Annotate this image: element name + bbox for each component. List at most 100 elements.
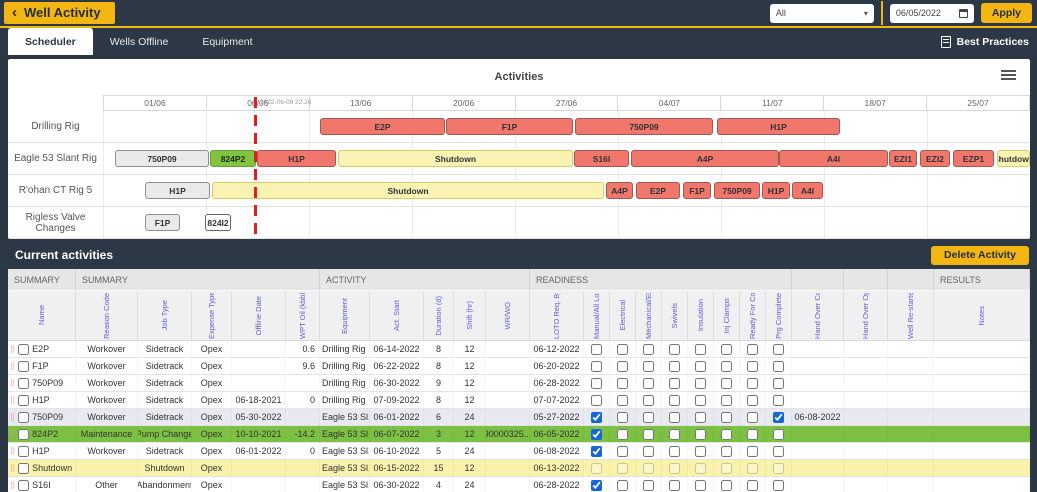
checkbox-electrical[interactable] [617,360,628,372]
checkbox-insulation[interactable] [695,377,706,389]
gantt-bar-e2p[interactable]: E2P [320,118,445,135]
checkbox-swivels[interactable] [669,394,680,406]
checkbox-electrical[interactable] [617,445,628,457]
checkbox-inj-clamps[interactable] [721,445,732,457]
gantt-bar-h1p[interactable]: H1P [717,118,840,135]
drag-handle-icon[interactable]: ⣿ [10,413,15,421]
checkbox-electrical[interactable] [617,462,628,474]
calendar-icon[interactable] [958,8,968,18]
delete-activity-button[interactable]: Delete Activity [931,245,1029,265]
checkbox-manual-all-loto[interactable] [591,411,602,423]
page-title[interactable]: ‹ Well Activity [4,2,115,24]
checkbox-mechanical-eht[interactable] [643,377,654,389]
checkbox-ready-for-comp[interactable] [747,360,758,372]
gantt-bar-a4i[interactable]: A4I [792,182,823,199]
checkbox-electrical[interactable] [617,394,628,406]
table-row-h1p[interactable]: ⣿ H1P Workover Sidetrack Opex 06-18-2021 0 Dril… [8,392,1030,409]
row-select-checkbox[interactable] [18,445,30,457]
row-select-checkbox[interactable] [18,377,30,389]
checkbox-insulation[interactable] [695,360,706,372]
gantt-bar-ezi1[interactable]: EZI1 [889,150,917,167]
checkbox-inj-clamps[interactable] [721,394,732,406]
tab-scheduler[interactable]: Scheduler [8,28,93,55]
checkbox-prg-complete[interactable] [773,360,784,372]
checkbox-insulation[interactable] [695,343,706,355]
checkbox-mechanical-eht[interactable] [643,428,654,440]
gantt-bar-ezi2[interactable]: EZI2 [920,150,950,167]
checkbox-ready-for-comp[interactable] [747,462,758,474]
gantt-bar-a4p[interactable]: A4P [631,150,779,167]
checkbox-swivels[interactable] [669,445,680,457]
date-input[interactable]: 06/05/2022 [889,3,974,23]
table-row-750p09[interactable]: ⣿ 750P09 Workover Sidetrack Opex 05-30-2022 Ea… [8,409,1030,426]
checkbox-inj-clamps[interactable] [721,479,732,491]
checkbox-electrical[interactable] [617,479,628,491]
checkbox-manual-all-loto[interactable] [591,479,602,491]
checkbox-electrical[interactable] [617,377,628,389]
gantt-bar-shutdown[interactable]: Shutdown [997,150,1030,167]
gantt-bar-750p09[interactable]: 750P09 [714,182,760,199]
checkbox-prg-complete[interactable] [773,445,784,457]
checkbox-ready-for-comp[interactable] [747,377,758,389]
checkbox-electrical[interactable] [617,411,628,423]
gantt-bar-750p09[interactable]: 750P09 [115,150,209,167]
checkbox-inj-clamps[interactable] [721,360,732,372]
apply-button[interactable]: Apply [980,3,1032,23]
gantt-bar-824i2[interactable]: 824I2 [205,214,231,231]
gantt-bar-f1p[interactable]: F1P [145,214,180,231]
drag-handle-icon[interactable]: ⣿ [10,447,15,455]
checkbox-mechanical-eht[interactable] [643,445,654,457]
tab-wells-offline[interactable]: Wells Offline [93,28,186,55]
checkbox-insulation[interactable] [695,462,706,474]
checkbox-electrical[interactable] [617,343,628,355]
tab-equipment[interactable]: Equipment [185,28,269,55]
filter-select[interactable]: All ▾ [769,3,874,23]
drag-handle-icon[interactable]: ⣿ [10,379,15,387]
checkbox-inj-clamps[interactable] [721,411,732,423]
gantt-bar-shutdown[interactable]: Shutdown [338,150,573,167]
hamburger-menu-icon[interactable] [1001,70,1016,82]
checkbox-prg-complete[interactable] [773,411,784,423]
row-select-checkbox[interactable] [18,428,30,440]
checkbox-inj-clamps[interactable] [721,428,732,440]
checkbox-mechanical-eht[interactable] [643,479,654,491]
checkbox-prg-complete[interactable] [773,428,784,440]
checkbox-swivels[interactable] [669,377,680,389]
checkbox-manual-all-loto[interactable] [591,428,602,440]
checkbox-ready-for-comp[interactable] [747,445,758,457]
best-practices-button[interactable]: Best Practices [940,28,1029,55]
checkbox-mechanical-eht[interactable] [643,360,654,372]
drag-handle-icon[interactable]: ⣿ [10,464,15,472]
checkbox-mechanical-eht[interactable] [643,462,654,474]
table-row-f1p[interactable]: ⣿ F1P Workover Sidetrack Opex 9.6 Drilling Rig… [8,358,1030,375]
gantt-bar-a4p[interactable]: A4P [606,182,633,199]
checkbox-insulation[interactable] [695,445,706,457]
row-select-checkbox[interactable] [18,479,30,491]
checkbox-ready-for-comp[interactable] [747,343,758,355]
checkbox-insulation[interactable] [695,394,706,406]
checkbox-swivels[interactable] [669,479,680,491]
gantt-bar-f1p[interactable]: F1P [683,182,711,199]
checkbox-manual-all-loto[interactable] [591,360,602,372]
table-row-h1p[interactable]: ⣿ H1P Workover Sidetrack Opex 06-01-2022 0 Eagl… [8,443,1030,460]
checkbox-mechanical-eht[interactable] [643,343,654,355]
checkbox-prg-complete[interactable] [773,479,784,491]
table-row-e2p[interactable]: ⣿ E2P Workover Sidetrack Opex 0.6 Drilling Rig… [8,341,1030,358]
checkbox-prg-complete[interactable] [773,394,784,406]
table-row-shutdown[interactable]: ⣿ShutdownShutdownOpexEagle 53 Sl...06-15… [8,460,1030,477]
checkbox-insulation[interactable] [695,479,706,491]
checkbox-prg-complete[interactable] [773,462,784,474]
gantt-bar-h1p[interactable]: H1P [145,182,210,199]
gantt-bar-824p2[interactable]: 824P2 [210,150,256,167]
checkbox-mechanical-eht[interactable] [643,394,654,406]
row-select-checkbox[interactable] [18,411,30,423]
row-select-checkbox[interactable] [18,462,30,474]
table-row-s16i[interactable]: ⣿S16IOtherAbandonmentOpexEagle 53 Sl...0… [8,477,1030,492]
drag-handle-icon[interactable]: ⣿ [10,345,15,353]
gantt-bar-750p09[interactable]: 750P09 [575,118,713,135]
checkbox-manual-all-loto[interactable] [591,394,602,406]
checkbox-inj-clamps[interactable] [721,343,732,355]
checkbox-swivels[interactable] [669,462,680,474]
checkbox-inj-clamps[interactable] [721,377,732,389]
gantt-bar-a4i[interactable]: A4I [779,150,888,167]
